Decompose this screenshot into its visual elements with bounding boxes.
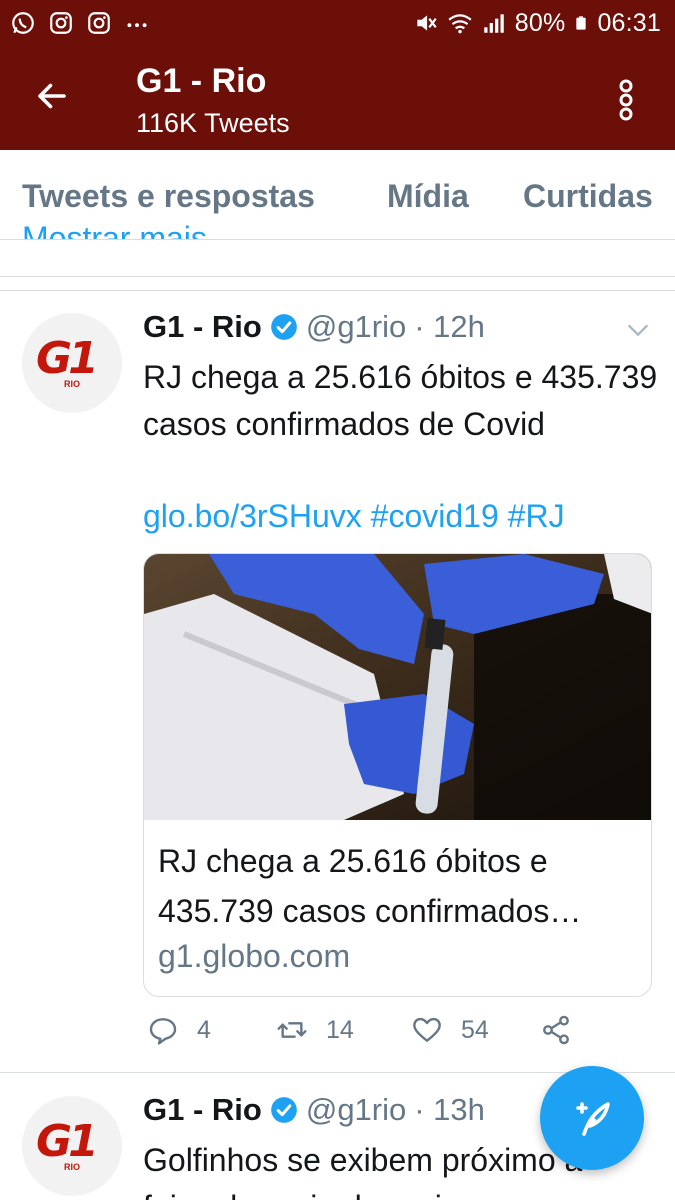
logo-text: G1 — [36, 1116, 99, 1167]
g1-logo: G1 RIO — [36, 1116, 108, 1172]
author-handle[interactable]: @g1rio — [306, 1092, 406, 1128]
author-name[interactable]: G1 - Rio — [143, 1092, 262, 1128]
tweet-time: · 13h — [414, 1092, 485, 1127]
tweet-header: G1 - Rio @g1rio · 13h — [143, 1092, 485, 1128]
compose-tweet-button[interactable] — [540, 1066, 644, 1170]
compose-feather-icon — [576, 1102, 610, 1136]
tweet[interactable]: G1 RIO G1 - Rio @g1rio · 13h Golfinhos s… — [0, 0, 675, 1200]
avatar[interactable]: G1 RIO — [22, 1096, 122, 1196]
verified-badge-icon — [271, 1097, 297, 1123]
logo-subtext: RIO — [64, 1162, 81, 1172]
